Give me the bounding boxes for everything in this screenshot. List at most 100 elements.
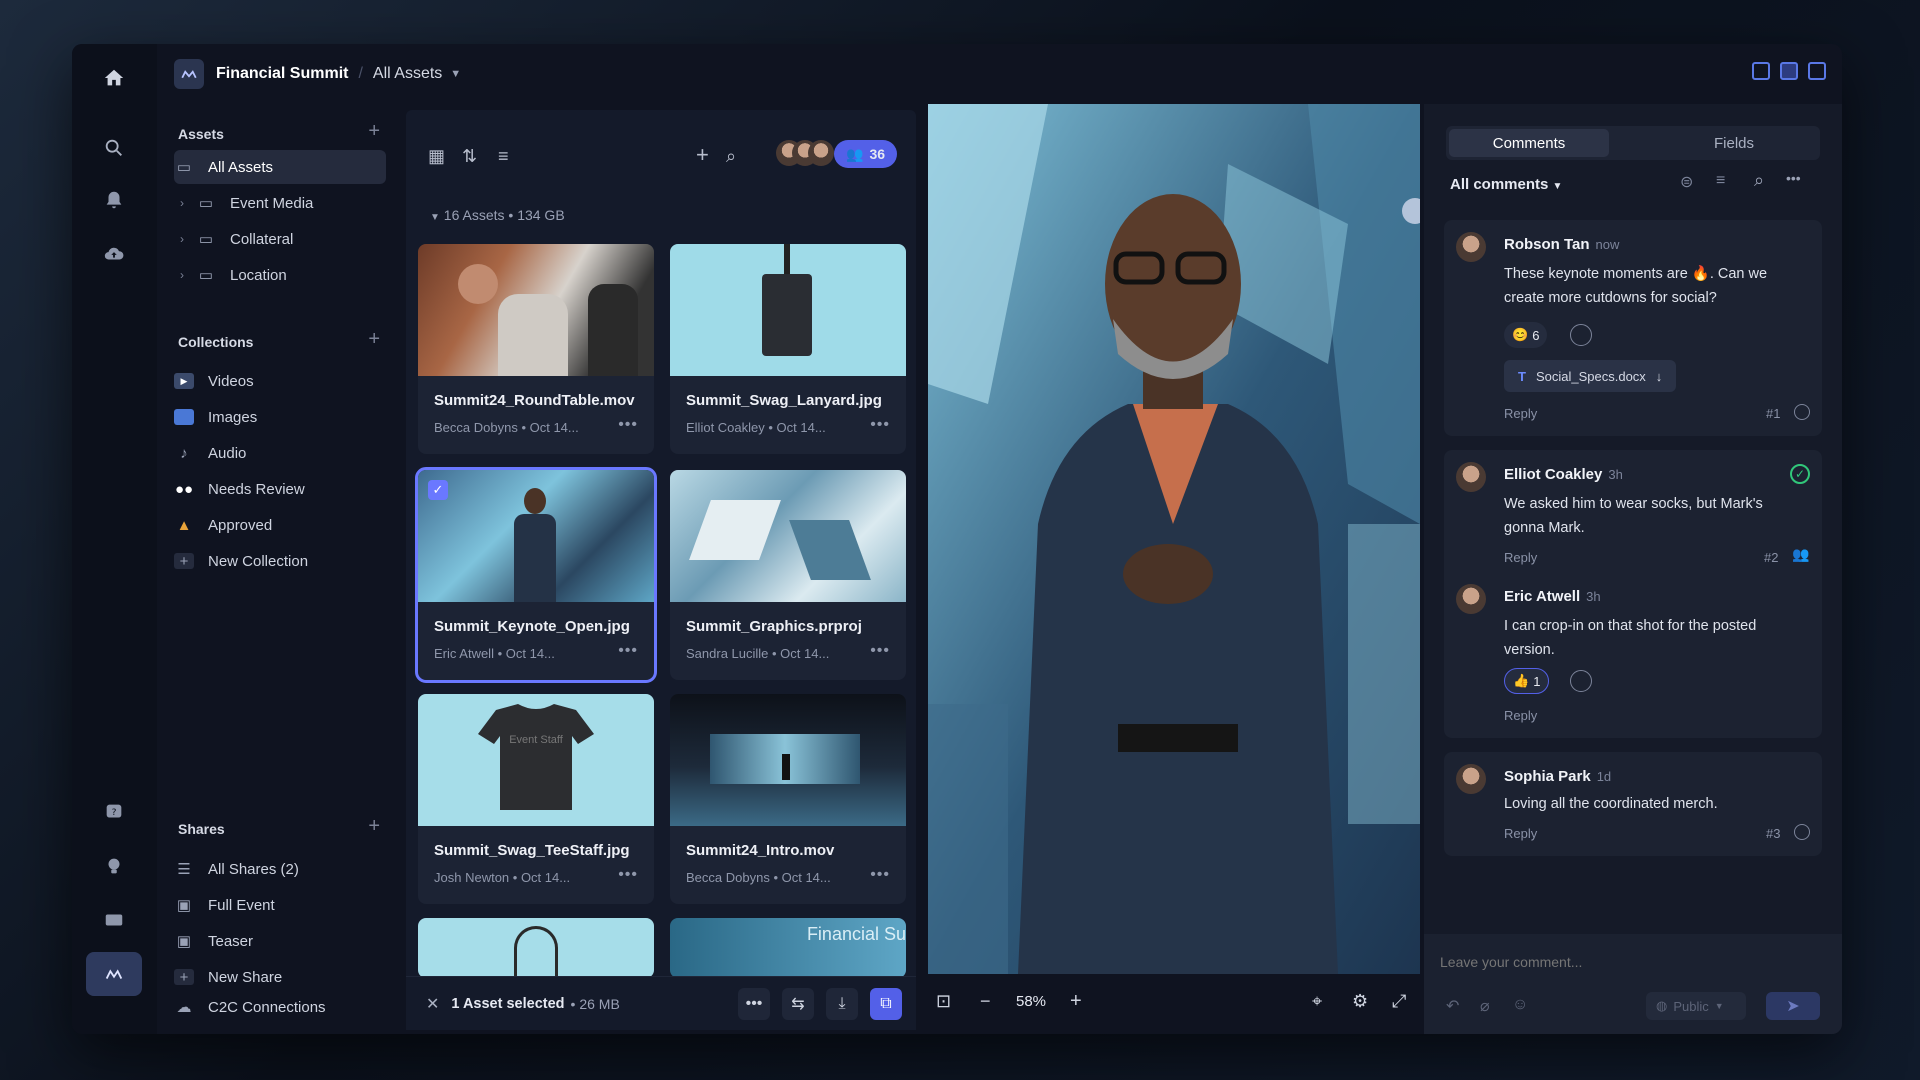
sidebar-item-videos[interactable]: ▶ Videos (174, 364, 386, 398)
paperclip-icon[interactable]: ⌀ (1480, 996, 1490, 1016)
asset-card[interactable]: Summit_Swag_Lanyard.jpg Elliot Coakley •… (670, 244, 906, 454)
add-asset-folder-button[interactable]: + (368, 120, 380, 143)
more-options-icon[interactable]: ••• (870, 416, 890, 434)
sidebar-item-new-share[interactable]: + New Share (174, 960, 386, 994)
add-reaction-icon[interactable] (1570, 670, 1592, 692)
sidebar-item-label: Event Media (230, 194, 314, 212)
filter-lines-icon[interactable]: ≡ (498, 146, 509, 167)
lightbulb-icon[interactable] (96, 848, 132, 884)
download-icon[interactable]: ⤓ (826, 988, 858, 1020)
asset-card[interactable]: Event Staff Summit_Swag_TeeStaff.jpg Jos… (418, 694, 654, 904)
asset-card[interactable]: Financial Su (670, 918, 906, 978)
chevron-right-icon[interactable]: › (174, 196, 190, 210)
filter-icon[interactable]: ⊜ (1680, 172, 1693, 192)
send-button[interactable]: ➤ (1766, 992, 1820, 1020)
asset-card[interactable] (418, 918, 654, 978)
sidebar-item-teaser[interactable]: ▣ Teaser (174, 924, 386, 958)
sidebar-item-full-event[interactable]: ▣ Full Event (174, 888, 386, 922)
reply-button[interactable]: Reply (1504, 406, 1537, 421)
chevron-down-icon[interactable]: ▼ (450, 68, 461, 80)
gear-icon[interactable]: ⚙ (1352, 991, 1368, 1012)
checkbox-icon[interactable]: ✓ (428, 480, 448, 500)
collaborator-avatars[interactable] (776, 140, 834, 166)
comment-filter[interactable]: All comments ▼ (1450, 176, 1562, 193)
comment-input[interactable] (1440, 948, 1820, 976)
sidebar-item-new-collection[interactable]: + New Collection (174, 544, 386, 578)
more-options-icon[interactable]: ••• (618, 642, 638, 660)
bell-icon[interactable] (96, 182, 132, 218)
sidebar-item-c2c-connections[interactable]: ☁ C2C Connections (174, 990, 386, 1024)
reply-icon[interactable]: ↶ (1446, 996, 1459, 1016)
sidebar-item-all-shares[interactable]: ☰ All Shares (2) (174, 852, 386, 886)
sidebar-item-approved[interactable]: ▲ Approved (174, 508, 386, 542)
sidebar-item-all-assets[interactable]: ▭ All Assets (174, 150, 386, 184)
breadcrumb-project[interactable]: Financial Summit (216, 65, 348, 83)
asset-meta: Becca Dobyns • Oct 14... (434, 420, 579, 435)
reply-button[interactable]: Reply (1504, 826, 1537, 841)
more-options-icon[interactable]: ••• (1786, 170, 1801, 186)
asset-card[interactable]: Summit24_RoundTable.mov Becca Dobyns • O… (418, 244, 654, 454)
sort-lines-icon[interactable]: ≡ (1716, 172, 1725, 190)
layout-right-icon[interactable] (1808, 62, 1826, 80)
reaction-badge[interactable]: 😊 6 (1504, 322, 1548, 348)
reaction-badge[interactable]: 👍 1 (1504, 668, 1550, 694)
tote-bag-thumb (514, 926, 558, 978)
download-icon[interactable]: ↓ (1656, 369, 1663, 384)
more-options-icon[interactable]: ••• (870, 866, 890, 884)
chevron-right-icon[interactable]: › (174, 268, 190, 282)
asset-card[interactable]: Summit_Graphics.prproj Sandra Lucille • … (670, 470, 906, 680)
sidebar-item-images[interactable]: Images (174, 400, 386, 434)
layout-center-icon[interactable] (1780, 62, 1798, 80)
sidebar-item-needs-review[interactable]: ●● Needs Review (174, 472, 386, 506)
search-icon[interactable]: ⌕ (726, 146, 736, 167)
resolved-check-icon[interactable]: ✓ (1790, 464, 1810, 484)
add-share-button[interactable]: + (368, 815, 380, 838)
layout-left-icon[interactable] (1752, 62, 1770, 80)
share-button[interactable]: ⧉ (870, 988, 902, 1020)
asset-card[interactable]: Summit24_Intro.mov Becca Dobyns • Oct 14… (670, 694, 906, 904)
grid-view-icon[interactable]: ▦ (428, 146, 445, 167)
chevron-right-icon[interactable]: › (174, 232, 190, 246)
sidebar-item-location[interactable]: › ▭ Location (174, 258, 386, 292)
sort-icon[interactable]: ⇅ (462, 146, 477, 167)
attachment-chip[interactable]: T Social_Specs.docx ↓ (1504, 360, 1677, 392)
more-options-icon[interactable]: ••• (618, 416, 638, 434)
more-options-icon[interactable]: ••• (870, 642, 890, 660)
sidebar-item-event-media[interactable]: › ▭ Event Media (174, 186, 386, 220)
zoom-level[interactable]: 58% (1016, 993, 1046, 1010)
visibility-select[interactable]: ◍ Public ▼ (1646, 992, 1746, 1020)
help-icon[interactable]: ? (96, 794, 132, 830)
compare-icon[interactable]: ⇆ (782, 988, 814, 1020)
workspace-logo-icon[interactable] (86, 952, 142, 996)
sidebar-item-collateral[interactable]: › ▭ Collateral (174, 222, 386, 256)
fullscreen-icon[interactable]: ⤢ (1392, 991, 1406, 1012)
asset-card[interactable]: ✓ Summit_Keynote_Open.jpg Eric Atwell • … (415, 467, 657, 683)
tab-fields[interactable]: Fields (1654, 129, 1814, 157)
add-collection-button[interactable]: + (368, 328, 380, 351)
sidebar-item-audio[interactable]: ♪ Audio (174, 436, 386, 470)
keyboard-icon[interactable] (96, 902, 132, 938)
add-reaction-icon[interactable] (1570, 324, 1592, 346)
user-count-badge[interactable]: 👥 36 (834, 140, 898, 168)
media-viewer[interactable] (928, 104, 1420, 974)
add-asset-button[interactable]: + (696, 142, 709, 168)
reply-button[interactable]: Reply (1504, 550, 1537, 565)
reply-button[interactable]: Reply (1504, 708, 1537, 723)
breadcrumb-view[interactable]: All Assets (373, 65, 442, 83)
search-icon[interactable] (96, 130, 132, 166)
zoom-in-button[interactable]: + (1070, 990, 1082, 1013)
more-actions-button[interactable]: ••• (738, 988, 770, 1020)
emoji-icon[interactable]: ☺ (1512, 996, 1528, 1014)
location-pin-icon[interactable]: ⌖ (1312, 991, 1322, 1012)
chevron-down-icon[interactable]: ▼ (430, 212, 440, 223)
more-options-icon[interactable]: ••• (618, 866, 638, 884)
search-icon[interactable]: ⌕ (1754, 170, 1764, 191)
upload-cloud-icon[interactable] (96, 236, 132, 272)
tab-comments[interactable]: Comments (1449, 129, 1609, 157)
asset-name: Summit_Graphics.prproj (686, 618, 862, 635)
zoom-out-button[interactable]: − (980, 991, 991, 1012)
close-icon[interactable]: ✕ (426, 994, 439, 1014)
home-icon[interactable] (96, 60, 132, 96)
fit-screen-icon[interactable]: ⊡ (936, 991, 951, 1012)
viewer-toolbar: ⊡ − 58% + ⌖ ⚙ ⤢ (928, 974, 1420, 1028)
